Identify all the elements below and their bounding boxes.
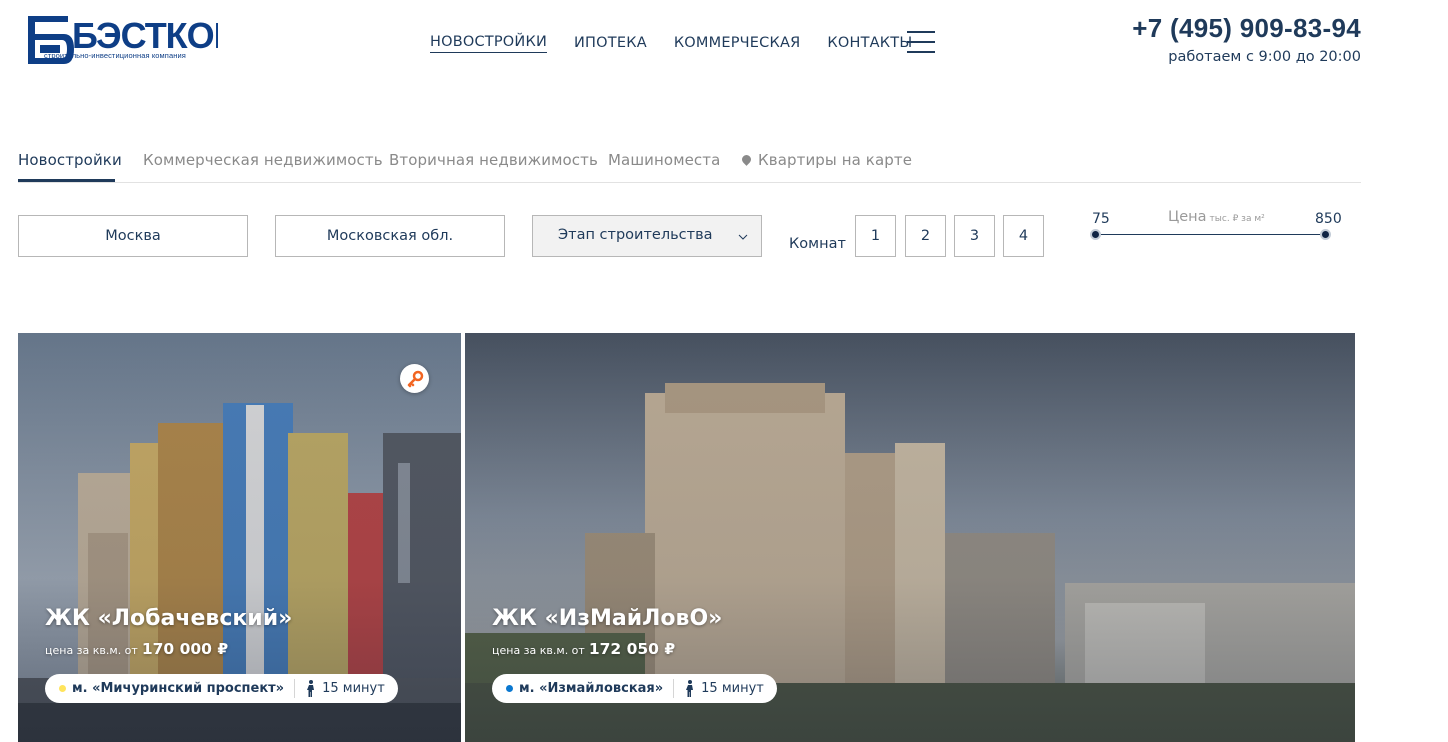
metro-station: м. «Измайловская» (519, 681, 664, 696)
price-label: Цена тыс. ₽ за м² (1168, 209, 1265, 225)
rooms-label: Комнат (789, 236, 846, 252)
category-tabs: Новостройки Коммерческая недвижимость Вт… (18, 140, 1361, 183)
card-price: цена за кв.м. от 172 050 ₽ (492, 639, 675, 658)
main-nav: НОВОСТРОЙКИ ИПОТЕКА КОММЕРЧЕСКАЯ КОНТАКТ… (430, 32, 939, 53)
tab-commercial[interactable]: Коммерческая недвижимость (143, 151, 383, 169)
rooms-2-button[interactable]: 2 (905, 215, 946, 257)
nav-kontakty[interactable]: КОНТАКТЫ (827, 33, 912, 53)
divider (673, 679, 675, 698)
tab-novostroyki[interactable]: Новостройки (18, 151, 122, 169)
working-hours: работаем с 9:00 до 20:00 (1168, 49, 1361, 65)
price-slider-max-handle[interactable] (1319, 229, 1331, 240)
logo-subtitle: строительно-инвестиционная компания (44, 51, 186, 60)
metro-line-dot (59, 685, 66, 692)
walk-time: 15 минут (322, 681, 385, 696)
tab-map[interactable]: Квартиры на карте (740, 151, 913, 169)
tab-secondary[interactable]: Вторичная недвижимость (389, 151, 598, 169)
region-moscow-button[interactable]: Москва (18, 215, 248, 257)
metro-line-dot (506, 685, 513, 692)
site-header: БЭСТКОН строительно-инвестиционная компа… (0, 0, 1448, 90)
svg-text:БЭСТКОН: БЭСТКОН (72, 15, 218, 56)
price-label-text: Цена (1168, 209, 1207, 225)
construction-stage-select[interactable]: Этап строительства (532, 215, 762, 257)
rooms-4-button[interactable]: 4 (1003, 215, 1044, 257)
walking-icon (307, 679, 315, 697)
region-moscow-oblast-button[interactable]: Московская обл. (275, 215, 505, 257)
price-unit: тыс. ₽ за м² (1209, 214, 1265, 224)
project-card-izmailovo[interactable]: ЖК «ИзМайЛовО» цена за кв.м. от 172 050 ₽… (465, 333, 1355, 742)
price-label: цена за кв.м. от (45, 644, 138, 657)
walk-time: 15 минут (701, 681, 764, 696)
metro-info: м. «Мичуринский проспект» 15 минут (45, 674, 398, 703)
logo[interactable]: БЭСТКОН строительно-инвестиционная компа… (26, 14, 218, 66)
price-min-value: 75 (1092, 211, 1110, 227)
price-label: цена за кв.м. от (492, 644, 585, 657)
project-card-lobachevsky[interactable]: ЖК «Лобачевский» цена за кв.м. от 170 000… (18, 333, 461, 742)
rooms-3-button[interactable]: 3 (954, 215, 995, 257)
card-title: ЖК «ИзМайЛовО» (492, 606, 723, 631)
tab-parking[interactable]: Машиноместа (608, 151, 720, 169)
hamburger-menu-icon[interactable] (907, 31, 935, 53)
card-price: цена за кв.м. от 170 000 ₽ (45, 639, 228, 658)
price-max-value: 850 (1315, 211, 1342, 227)
divider (294, 679, 296, 698)
price-value: 170 000 ₽ (141, 640, 229, 658)
nav-ipoteka[interactable]: ИПОТЕКА (574, 33, 647, 53)
walking-icon (686, 679, 694, 697)
key-icon (400, 364, 429, 393)
price-slider-min-handle[interactable] (1089, 229, 1101, 240)
active-tab-underline (18, 179, 115, 182)
metro-info: м. «Измайловская» 15 минут (492, 674, 777, 703)
tab-map-label: Квартиры на карте (758, 151, 913, 169)
rooms-1-button[interactable]: 1 (855, 215, 896, 257)
card-title: ЖК «Лобачевский» (45, 606, 293, 631)
map-pin-icon (740, 153, 753, 166)
price-slider-range (1095, 234, 1325, 235)
chevron-down-icon (738, 234, 748, 240)
metro-station: м. «Мичуринский проспект» (72, 681, 285, 696)
nav-kommercheskaya[interactable]: КОММЕРЧЕСКАЯ (674, 33, 801, 53)
construction-stage-label: Этап строительства (558, 227, 713, 243)
price-value: 172 050 ₽ (588, 640, 676, 658)
phone-number[interactable]: +7 (495) 909-83-94 (1132, 13, 1361, 44)
nav-novostroyki[interactable]: НОВОСТРОЙКИ (430, 32, 548, 53)
